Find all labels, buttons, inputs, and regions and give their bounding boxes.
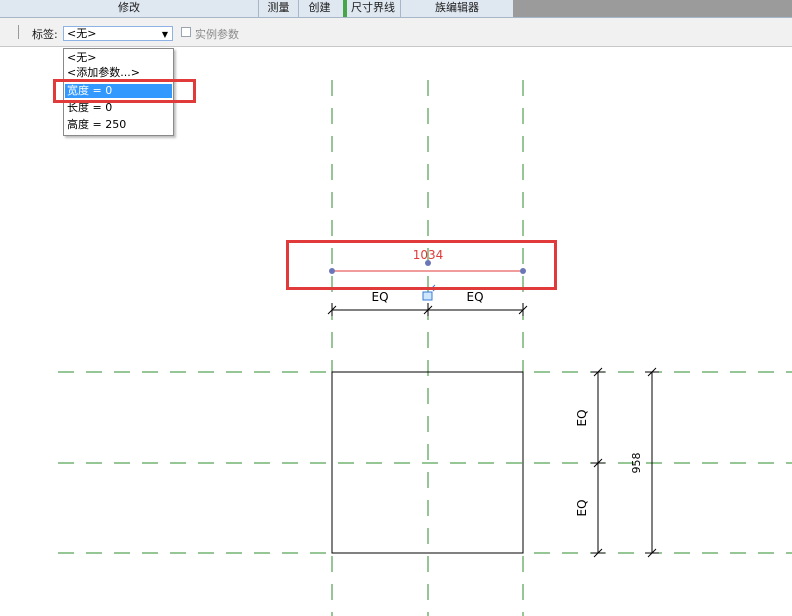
dropdown-item-width[interactable]: 宽度 = 0 — [65, 84, 172, 98]
label-dropdown-list[interactable]: <无> <添加参数...> 宽度 = 0 长度 = 0 高度 = 250 — [63, 48, 174, 136]
eq-label-vertical-bottom: EQ — [575, 499, 589, 516]
horizontal-eq-dimension[interactable] — [327, 303, 528, 316]
eq-label-vertical-top: EQ — [575, 409, 589, 426]
eq-toggle-icon[interactable] — [422, 284, 437, 301]
revit-family-editor: 修改 测量 创建 尺寸界线 族编辑器 标签: <无> ▼ 实例参数 1034 E… — [0, 0, 792, 616]
vertical-eq-dimension[interactable] — [591, 367, 605, 558]
dropdown-item-height[interactable]: 高度 = 250 — [65, 118, 172, 132]
eq-label-right: EQ — [466, 290, 483, 304]
selected-dimension-value[interactable]: 1034 — [413, 248, 444, 262]
dimension-grip-right[interactable] — [520, 268, 526, 274]
dropdown-item-length[interactable]: 长度 = 0 — [65, 101, 172, 115]
dropdown-item-add-parameter[interactable]: <添加参数...> — [65, 66, 172, 80]
eq-label-left: EQ — [371, 290, 388, 304]
dimension-grip-left[interactable] — [329, 268, 335, 274]
dropdown-item-none[interactable]: <无> — [65, 51, 172, 65]
selected-dimension[interactable]: 1034 — [329, 248, 526, 274]
vertical-overall-dimension-value: 958 — [630, 453, 643, 474]
